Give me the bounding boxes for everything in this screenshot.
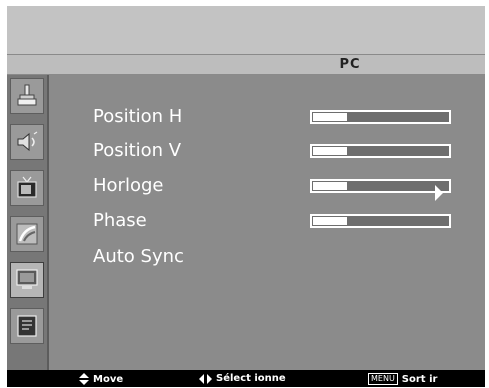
footer-hints: Move Sélect ionne MENU Sort ir [7,370,485,387]
info-panel-icon [17,315,37,337]
page-title: PC [339,57,361,72]
sidebar-item-pc[interactable] [10,262,44,298]
sidebar-item-setup[interactable] [10,216,44,252]
top-band [7,6,485,54]
left-right-arrow-icon [199,373,212,384]
tv-icon [17,176,37,198]
horloge-slider[interactable] [310,179,451,193]
menu-item-auto-sync[interactable]: Auto Sync [93,246,184,267]
menu-header: PC [7,54,485,75]
slider-fill [313,147,348,155]
menu-key-icon: MENU [368,373,398,385]
position-h-slider[interactable] [310,110,451,124]
brush-icon [17,84,37,106]
menu-item-position-v[interactable]: Position V [93,140,181,161]
menu-body: Position H Position V Horloge Phase Auto… [7,75,485,370]
move-hint: Move [79,373,123,385]
menu-item-position-h[interactable]: Position H [93,106,182,127]
sidebar-item-channel[interactable] [10,170,44,206]
sidebar-item-sound[interactable] [10,124,44,160]
menu-item-horloge[interactable]: Horloge [93,175,163,196]
monitor-icon [16,269,38,289]
phase-slider[interactable] [310,214,451,228]
slider-fill [313,217,348,225]
select-label: Sélect ionne [216,373,286,384]
slider-fill [313,182,348,190]
osd-menu: PC Position H Position V Horloge Phase A… [7,6,485,387]
up-down-arrow-icon [79,373,89,385]
slider-fill [313,113,348,121]
select-hint: Sélect ionne [199,373,286,384]
speaker-icon [17,131,38,152]
exit-hint: MENU Sort ir [368,373,437,385]
sidebar-item-info[interactable] [10,308,44,344]
sidebar [7,75,49,370]
exit-label: Sort ir [401,373,438,385]
move-label: Move [93,373,124,385]
menu-item-phase[interactable]: Phase [93,210,147,231]
position-v-slider[interactable] [310,144,451,158]
signal-icon [16,223,38,245]
chevron-right-icon[interactable] [435,185,443,201]
sidebar-item-picture[interactable] [10,78,44,114]
